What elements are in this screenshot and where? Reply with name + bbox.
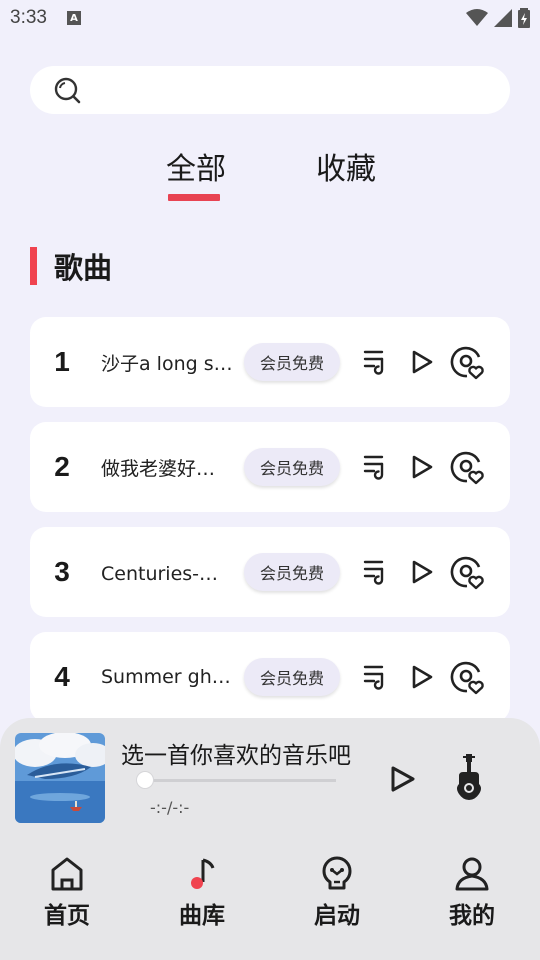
add-to-playlist-icon[interactable] bbox=[363, 349, 389, 375]
tab-all[interactable]: 全部 bbox=[166, 144, 226, 188]
nav-library-label: 曲库 bbox=[179, 903, 225, 929]
wifi-icon bbox=[466, 9, 488, 26]
notification-a-icon: A bbox=[66, 11, 81, 25]
song-title[interactable]: 沙子a long s… bbox=[101, 349, 235, 376]
song-number: 3 bbox=[54, 556, 70, 587]
player-play-icon[interactable] bbox=[388, 765, 416, 793]
battery-icon bbox=[518, 8, 530, 28]
add-to-playlist-icon[interactable] bbox=[363, 559, 389, 585]
bottom-navigation: 首页 曲库 启动 我的 bbox=[0, 844, 540, 960]
search-icon bbox=[54, 77, 81, 104]
favorite-disc-icon[interactable] bbox=[449, 449, 485, 485]
album-art-image bbox=[15, 733, 105, 823]
play-icon[interactable] bbox=[410, 350, 434, 374]
vip-free-badge[interactable]: 会员免费 bbox=[244, 343, 340, 381]
launch-icon bbox=[322, 856, 352, 890]
search-input[interactable] bbox=[92, 66, 510, 114]
song-item[interactable]: 3 Centuries-蓝… 会员免费 bbox=[30, 527, 510, 617]
player-time: -:-/-:- bbox=[150, 798, 190, 817]
song-item[interactable]: 1 沙子a long s… 会员免费 bbox=[30, 317, 510, 407]
play-icon[interactable] bbox=[410, 665, 434, 689]
nav-home[interactable]: 首页 bbox=[22, 856, 112, 930]
nav-launch-label: 启动 bbox=[314, 903, 360, 929]
section-header: 歌曲 bbox=[30, 246, 112, 286]
music-note-icon bbox=[191, 858, 215, 889]
status-icons bbox=[466, 8, 530, 28]
signal-icon bbox=[494, 9, 512, 27]
progress-thumb[interactable] bbox=[136, 771, 154, 789]
favorite-disc-icon[interactable] bbox=[449, 554, 485, 590]
nav-library[interactable]: 曲库 bbox=[157, 856, 247, 930]
status-bar: 3:33 A bbox=[0, 0, 540, 36]
nav-mine[interactable]: 我的 bbox=[427, 856, 517, 930]
favorite-disc-icon[interactable] bbox=[449, 659, 485, 695]
status-time: 3:33 bbox=[10, 7, 47, 28]
song-number: 1 bbox=[54, 346, 70, 377]
add-to-playlist-icon[interactable] bbox=[363, 664, 389, 690]
song-title[interactable]: 做我老婆好… bbox=[101, 454, 235, 481]
mini-player[interactable]: 选一首你喜欢的音乐吧 -:-/-:- bbox=[0, 718, 540, 844]
song-title[interactable]: Centuries-蓝… bbox=[101, 559, 235, 586]
active-tab-indicator bbox=[168, 194, 220, 201]
song-number: 2 bbox=[54, 451, 70, 482]
favorite-disc-icon[interactable] bbox=[449, 344, 485, 380]
album-art[interactable] bbox=[15, 733, 105, 823]
vip-free-badge[interactable]: 会员免费 bbox=[244, 553, 340, 591]
vip-free-badge[interactable]: 会员免费 bbox=[244, 658, 340, 696]
add-to-playlist-icon[interactable] bbox=[363, 454, 389, 480]
progress-track[interactable] bbox=[144, 779, 336, 782]
guitar-icon[interactable] bbox=[453, 754, 485, 802]
song-number: 4 bbox=[54, 661, 70, 692]
play-icon[interactable] bbox=[410, 560, 434, 584]
song-title[interactable]: Summer gho… bbox=[101, 666, 235, 688]
home-icon bbox=[51, 857, 83, 891]
section-accent-bar bbox=[30, 247, 37, 285]
tab-favorites[interactable]: 收藏 bbox=[316, 144, 376, 188]
play-icon[interactable] bbox=[410, 455, 434, 479]
player-song-title: 选一首你喜欢的音乐吧 bbox=[121, 743, 351, 769]
person-icon bbox=[455, 857, 489, 891]
vip-free-badge[interactable]: 会员免费 bbox=[244, 448, 340, 486]
song-item[interactable]: 2 做我老婆好… 会员免费 bbox=[30, 422, 510, 512]
song-list: 1 沙子a long s… 会员免费 2 做我老婆好… 会员免费 3 Centu… bbox=[30, 317, 510, 737]
tab-bar: 全部 收藏 bbox=[0, 140, 540, 204]
section-title: 歌曲 bbox=[54, 251, 113, 285]
song-item[interactable]: 4 Summer gho… 会员免费 bbox=[30, 632, 510, 722]
nav-home-label: 首页 bbox=[44, 903, 90, 929]
search-bar[interactable] bbox=[30, 66, 510, 114]
nav-mine-label: 我的 bbox=[449, 903, 495, 929]
nav-launch[interactable]: 启动 bbox=[292, 856, 382, 930]
